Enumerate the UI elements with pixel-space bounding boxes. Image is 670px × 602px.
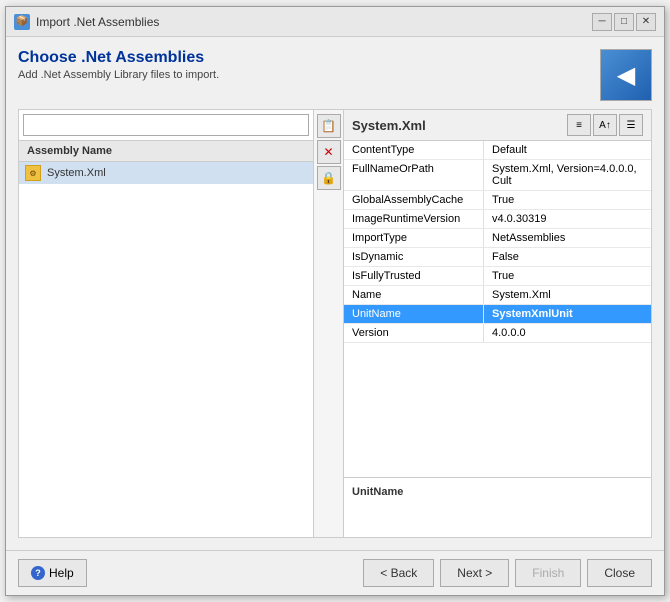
main-panel: Assembly Name ⚙ System.Xml 📋 ✕ 🔒 System.…: [18, 109, 652, 538]
prop-value: False: [484, 248, 651, 266]
minimize-button[interactable]: ─: [592, 13, 612, 31]
left-panel: Assembly Name ⚙ System.Xml: [19, 110, 314, 537]
assembly-list: ⚙ System.Xml: [19, 162, 313, 537]
header-arrow-icon: ◀: [617, 61, 635, 90]
prop-name: ImageRuntimeVersion: [344, 210, 484, 228]
help-button[interactable]: ? Help: [18, 559, 87, 587]
properties-table: ContentType Default FullNameOrPath Syste…: [344, 141, 651, 477]
table-row[interactable]: IsDynamic False: [344, 248, 651, 267]
prop-value: True: [484, 191, 651, 209]
close-window-button[interactable]: ✕: [636, 13, 656, 31]
view-btn-2[interactable]: A↑: [593, 114, 617, 136]
footer-left: ? Help: [18, 559, 87, 587]
view-btn-3[interactable]: ☰: [619, 114, 643, 136]
right-header: System.Xml ≡ A↑ ☰: [344, 110, 651, 141]
prop-value: v4.0.30319: [484, 210, 651, 228]
footer: ? Help < Back Next > Finish Close: [6, 550, 664, 595]
prop-name: UnitName: [344, 305, 484, 323]
window-title: Import .Net Assemblies: [36, 15, 159, 29]
content-area: Choose .Net Assemblies Add .Net Assembly…: [6, 37, 664, 550]
title-controls: ─ □ ✕: [592, 13, 656, 31]
right-toolbar: ≡ A↑ ☰: [567, 114, 643, 136]
right-panel-title: System.Xml: [352, 118, 426, 133]
description-panel: UnitName: [344, 477, 651, 537]
help-icon: ?: [31, 566, 45, 580]
close-button[interactable]: Close: [587, 559, 652, 587]
assembly-icon: ⚙: [25, 165, 41, 181]
prop-name: IsFullyTrusted: [344, 267, 484, 285]
prop-value: SystemXmlUnit: [484, 305, 651, 323]
prop-value: System.Xml: [484, 286, 651, 304]
next-button[interactable]: Next >: [440, 559, 509, 587]
table-row[interactable]: Version 4.0.0.0: [344, 324, 651, 343]
header-section: Choose .Net Assemblies Add .Net Assembly…: [18, 49, 652, 101]
table-row[interactable]: ContentType Default: [344, 141, 651, 160]
edit-assembly-button[interactable]: 🔒: [317, 166, 341, 190]
page-subtitle: Add .Net Assembly Library files to impor…: [18, 69, 219, 81]
table-row[interactable]: ImportType NetAssemblies: [344, 229, 651, 248]
back-button[interactable]: < Back: [363, 559, 434, 587]
remove-assembly-button[interactable]: ✕: [317, 140, 341, 164]
title-bar: 📦 Import .Net Assemblies ─ □ ✕: [6, 7, 664, 37]
window-icon: 📦: [14, 14, 30, 30]
page-title: Choose .Net Assemblies: [18, 49, 219, 67]
table-row[interactable]: Name System.Xml: [344, 286, 651, 305]
prop-value: System.Xml, Version=4.0.0.0, Cult: [484, 160, 651, 190]
prop-name: ImportType: [344, 229, 484, 247]
prop-name: ContentType: [344, 141, 484, 159]
prop-value: Default: [484, 141, 651, 159]
header-text: Choose .Net Assemblies Add .Net Assembly…: [18, 49, 219, 81]
description-title: UnitName: [352, 486, 643, 498]
list-item[interactable]: ⚙ System.Xml: [19, 162, 313, 184]
assembly-item-label: System.Xml: [47, 167, 106, 179]
prop-value: 4.0.0.0: [484, 324, 651, 342]
add-assembly-button[interactable]: 📋: [317, 114, 341, 138]
prop-name: GlobalAssemblyCache: [344, 191, 484, 209]
title-bar-left: 📦 Import .Net Assemblies: [14, 14, 159, 30]
header-icon: ◀: [600, 49, 652, 101]
prop-value: True: [484, 267, 651, 285]
view-btn-1[interactable]: ≡: [567, 114, 591, 136]
finish-button: Finish: [515, 559, 581, 587]
prop-name: FullNameOrPath: [344, 160, 484, 190]
table-row[interactable]: GlobalAssemblyCache True: [344, 191, 651, 210]
table-row[interactable]: IsFullyTrusted True: [344, 267, 651, 286]
left-toolbar: 📋 ✕ 🔒: [314, 110, 344, 537]
footer-right: < Back Next > Finish Close: [363, 559, 652, 587]
main-window: 📦 Import .Net Assemblies ─ □ ✕ Choose .N…: [5, 6, 665, 596]
table-row[interactable]: ImageRuntimeVersion v4.0.30319: [344, 210, 651, 229]
search-box: [19, 110, 313, 141]
table-row[interactable]: FullNameOrPath System.Xml, Version=4.0.0…: [344, 160, 651, 191]
search-input[interactable]: [23, 114, 309, 136]
prop-name: Version: [344, 324, 484, 342]
assembly-list-header: Assembly Name: [19, 141, 313, 162]
prop-name: IsDynamic: [344, 248, 484, 266]
table-row-selected[interactable]: UnitName SystemXmlUnit: [344, 305, 651, 324]
prop-value: NetAssemblies: [484, 229, 651, 247]
prop-name: Name: [344, 286, 484, 304]
right-panel: System.Xml ≡ A↑ ☰ ContentType Default Fu…: [344, 110, 651, 537]
help-label: Help: [49, 566, 74, 580]
maximize-button[interactable]: □: [614, 13, 634, 31]
